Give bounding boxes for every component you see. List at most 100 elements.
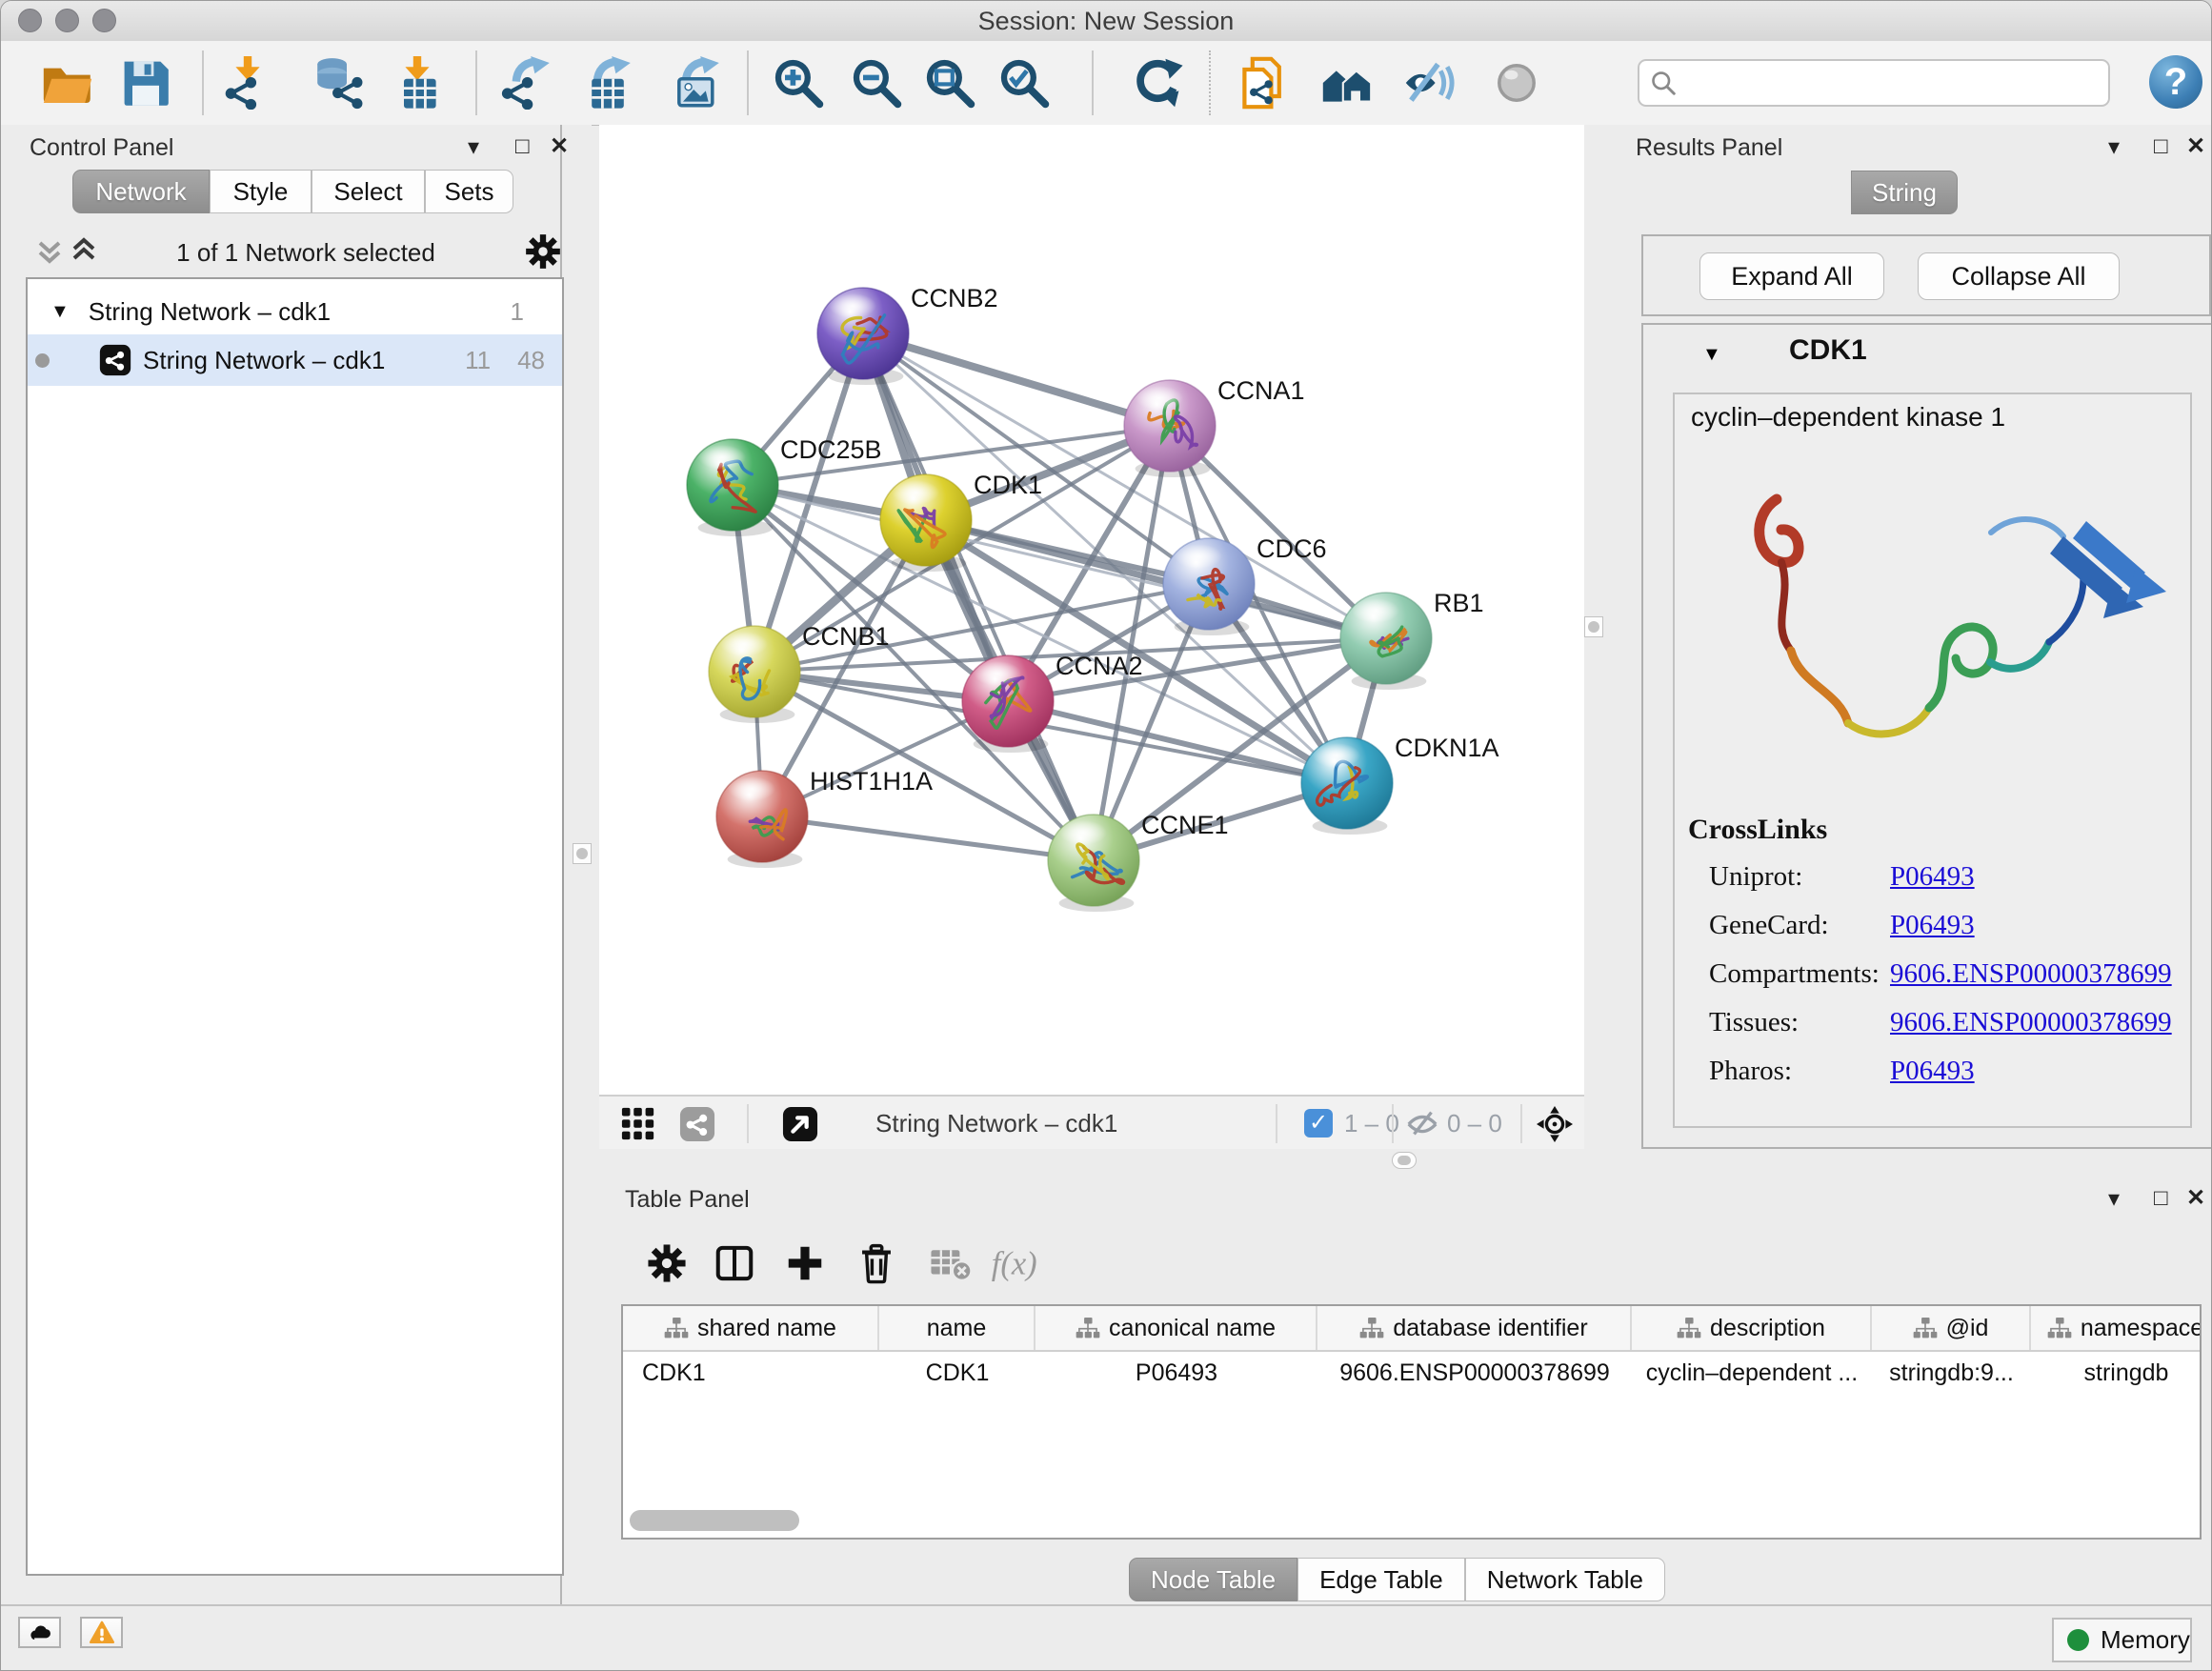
network-overview-icon[interactable] <box>1320 56 1374 110</box>
zoom-fit-content-icon[interactable] <box>923 56 976 110</box>
expand-all-icon[interactable] <box>70 233 98 266</box>
panel-menu-icon[interactable]: ▾ <box>2108 1188 2120 1211</box>
save-session-icon[interactable] <box>119 56 172 110</box>
share-view-icon[interactable] <box>679 1106 715 1142</box>
network-canvas[interactable]: CCNB2 CCNA1 CDC25B CDK1 CDC6 RB1 CCNB1 <box>599 125 1584 1095</box>
section-triangle-down-icon[interactable]: ▼ <box>1702 344 1721 366</box>
cloud-icon <box>28 1621 52 1645</box>
column-header-shared-name[interactable]: shared name <box>623 1306 879 1350</box>
node-table: shared name name canonical name database … <box>621 1304 2202 1540</box>
tab-network-table[interactable]: Network Table <box>1465 1558 1665 1601</box>
memory-button[interactable]: Memory <box>2052 1618 2192 1662</box>
selected-checkbox-icon[interactable]: ✓ <box>1304 1109 1333 1137</box>
column-label: shared name <box>697 1315 836 1342</box>
table-row[interactable]: CDK1CDK1P064939606.ENSP00000378699cyclin… <box>623 1352 2200 1394</box>
open-session-icon[interactable] <box>41 56 94 110</box>
import-network-from-database-icon[interactable] <box>313 56 367 110</box>
protein-section: ▼ CDK1 cyclin–dependent kinase 1 CrossLi… <box>1641 323 2212 1149</box>
help-button[interactable]: ? <box>2149 55 2202 109</box>
export-table-icon[interactable] <box>581 56 634 110</box>
node-label-CCNA2: CCNA2 <box>1056 652 1143 680</box>
tab-string[interactable]: String <box>1851 171 1958 214</box>
panel-menu-icon[interactable]: ▾ <box>468 136 479 159</box>
network-icon <box>99 344 131 376</box>
panel-menu-icon[interactable]: ▾ <box>2108 136 2120 159</box>
results-panel: Results Panel ▾ □ ✕ String Expand All Co… <box>1624 125 2212 1173</box>
right-splitter[interactable] <box>1584 125 1626 1173</box>
share-document-icon[interactable] <box>1237 56 1290 110</box>
collapse-all-button[interactable]: Collapse All <box>1918 252 2120 300</box>
network-tree: ▼ String Network – cdk1 1 String Network… <box>26 277 564 1576</box>
show-columns-icon[interactable] <box>713 1241 756 1285</box>
node-label-CCNB2: CCNB2 <box>911 284 998 312</box>
delete-table-icon <box>928 1241 972 1285</box>
table-cell: P06493 <box>1036 1359 1317 1387</box>
table-panel-title: Table Panel <box>625 1186 750 1214</box>
add-column-icon[interactable] <box>783 1241 827 1285</box>
panel-close-icon[interactable]: ✕ <box>550 135 569 158</box>
tab-style[interactable]: Style <box>210 170 312 213</box>
crosslink-link[interactable]: P06493 <box>1890 861 1975 892</box>
tab-select[interactable]: Select <box>312 170 425 213</box>
toolbar-separator <box>1209 50 1211 115</box>
birdseye-crosshair-icon[interactable] <box>1537 1106 1573 1142</box>
grid-mode-icon[interactable] <box>620 1106 656 1142</box>
zoom-out-icon[interactable] <box>850 56 903 110</box>
column-header-name[interactable]: name <box>879 1306 1036 1350</box>
tab-sets[interactable]: Sets <box>425 170 513 213</box>
tab-network[interactable]: Network <box>72 170 210 213</box>
bottom-splitter-handle[interactable] <box>1392 1152 1417 1169</box>
import-network-icon[interactable] <box>221 56 274 110</box>
export-network-icon[interactable] <box>500 56 553 110</box>
network-collection-row[interactable]: ▼ String Network – cdk1 1 <box>28 291 562 332</box>
collapse-all-icon[interactable] <box>35 235 64 268</box>
network-row-selected[interactable]: String Network – cdk1 11 48 <box>28 334 562 386</box>
panel-float-icon[interactable]: □ <box>515 135 530 158</box>
zoom-in-icon[interactable] <box>772 56 825 110</box>
crosslink-link[interactable]: 9606.ENSP00000378699 <box>1890 1007 2172 1037</box>
tab-node-table[interactable]: Node Table <box>1129 1558 1297 1601</box>
node-label-CCNE1: CCNE1 <box>1141 811 1229 839</box>
automation-status-button[interactable] <box>18 1617 61 1648</box>
hide-panels-icon[interactable] <box>1403 56 1457 110</box>
export-image-icon[interactable] <box>670 56 723 110</box>
triangle-down-icon[interactable]: ▼ <box>50 301 70 323</box>
panel-float-icon[interactable]: □ <box>2154 135 2168 158</box>
network-collection-label: String Network – cdk1 <box>89 297 331 327</box>
crosslink-link[interactable]: P06493 <box>1890 910 1975 940</box>
column-header--id[interactable]: @id <box>1872 1306 2031 1350</box>
zoom-selected-icon[interactable] <box>997 56 1051 110</box>
import-table-icon[interactable] <box>391 56 444 110</box>
open-view-icon[interactable] <box>782 1106 818 1142</box>
expand-all-button[interactable]: Expand All <box>1699 252 1884 300</box>
table-gear-icon[interactable] <box>645 1241 689 1285</box>
panel-close-icon[interactable]: ✕ <box>2186 1187 2205 1210</box>
node-label-CDKN1A: CDKN1A <box>1395 734 1499 762</box>
search-input[interactable] <box>1678 69 2108 98</box>
column-header-description[interactable]: description <box>1632 1306 1872 1350</box>
column-header-database-identifier[interactable]: database identifier <box>1317 1306 1632 1350</box>
status-bar: Memory <box>1 1604 2211 1671</box>
edge-count: 48 <box>517 346 545 375</box>
horizontal-scrollbar-thumb[interactable] <box>630 1510 799 1531</box>
view-dot-icon <box>35 353 50 368</box>
node-label-CCNB1: CCNB1 <box>802 622 890 651</box>
delete-column-icon[interactable] <box>855 1241 898 1285</box>
refresh-view-icon[interactable] <box>1131 56 1184 110</box>
column-header-namespace[interactable]: namespace <box>2031 1306 2202 1350</box>
crosslink-link[interactable]: P06493 <box>1890 1056 1975 1086</box>
help-icon: ? <box>2164 61 2187 103</box>
panel-close-icon[interactable]: ✕ <box>2186 135 2205 158</box>
column-header-canonical-name[interactable]: canonical name <box>1036 1306 1317 1350</box>
search-field[interactable] <box>1638 59 2110 107</box>
hidden-eye-icon <box>1404 1106 1440 1142</box>
left-splitter-handle[interactable] <box>573 843 592 864</box>
panel-float-icon[interactable]: □ <box>2154 1187 2168 1210</box>
tab-edge-table[interactable]: Edge Table <box>1297 1558 1465 1601</box>
crosslink-link[interactable]: 9606.ENSP00000378699 <box>1890 958 2172 989</box>
crosslink-value: 9606.ENSP00000378699 <box>1890 1007 2172 1038</box>
right-splitter-handle[interactable] <box>1584 616 1603 637</box>
gear-icon[interactable] <box>523 232 563 272</box>
toolbar-separator <box>1092 50 1094 115</box>
warnings-button[interactable] <box>80 1617 123 1648</box>
